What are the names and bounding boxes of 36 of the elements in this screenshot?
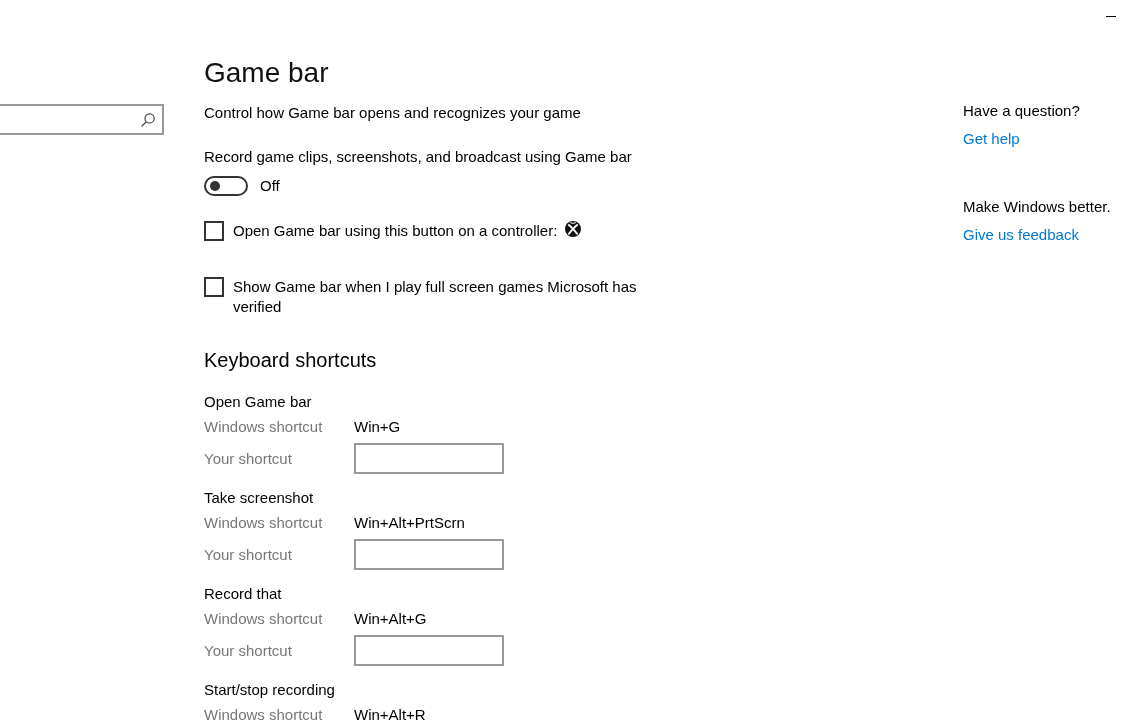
setting-label: Record game clips, screenshots, and broadcast using Game bar bbox=[204, 147, 633, 167]
search-icon bbox=[141, 112, 155, 127]
minimize-icon bbox=[1106, 15, 1116, 17]
page-description: Control how Game bar opens and recognizes your game bbox=[204, 103, 582, 123]
shortcut-label: Windows shortcut bbox=[204, 609, 324, 629]
page-title: Game bar bbox=[204, 56, 330, 90]
help-link[interactable]: Give us feedback bbox=[963, 225, 1079, 245]
shortcut-input-field[interactable] bbox=[354, 635, 504, 666]
shortcut-action-name: Take screenshot bbox=[204, 488, 315, 508]
help-heading: Have a question? bbox=[963, 101, 1080, 121]
shortcut-action-name: Record that bbox=[204, 584, 283, 604]
shortcut-value: Win+Alt+PrtScrn bbox=[354, 513, 465, 533]
shortcut-input-field[interactable] bbox=[354, 539, 504, 570]
x-ball-icon bbox=[565, 221, 582, 237]
help-heading: Make Windows better. bbox=[963, 197, 1111, 217]
search-field[interactable] bbox=[0, 104, 164, 135]
shortcut-value: Win+G bbox=[354, 417, 401, 437]
checkbox-label: Open Game bar using this button on a controller: bbox=[233, 221, 558, 241]
shortcut-label: Your shortcut bbox=[204, 544, 293, 565]
toggle-state-text: Off bbox=[260, 176, 280, 196]
checkbox-label: Show Game bar when I play full screen games Microsoft has verified bbox=[233, 277, 638, 317]
shortcut-label: Windows shortcut bbox=[204, 705, 324, 725]
section-heading: Keyboard shortcuts bbox=[204, 348, 378, 373]
checkbox[interactable] bbox=[204, 221, 224, 241]
shortcut-value: Win+Alt+G bbox=[354, 609, 427, 629]
shortcut-label: Your shortcut bbox=[204, 640, 293, 661]
shortcut-label: Windows shortcut bbox=[204, 417, 324, 437]
toggle-switch[interactable] bbox=[204, 176, 248, 196]
shortcut-input-field[interactable] bbox=[354, 443, 504, 474]
shortcut-label: Windows shortcut bbox=[204, 513, 324, 533]
help-link[interactable]: Get help bbox=[963, 129, 1020, 149]
shortcut-action-name: Start/stop recording bbox=[204, 680, 336, 700]
shortcut-action-name: Open Game bar bbox=[204, 392, 313, 412]
shortcut-value: Win+Alt+R bbox=[354, 705, 426, 725]
checkbox[interactable] bbox=[204, 277, 224, 297]
shortcut-label: Your shortcut bbox=[204, 448, 293, 469]
